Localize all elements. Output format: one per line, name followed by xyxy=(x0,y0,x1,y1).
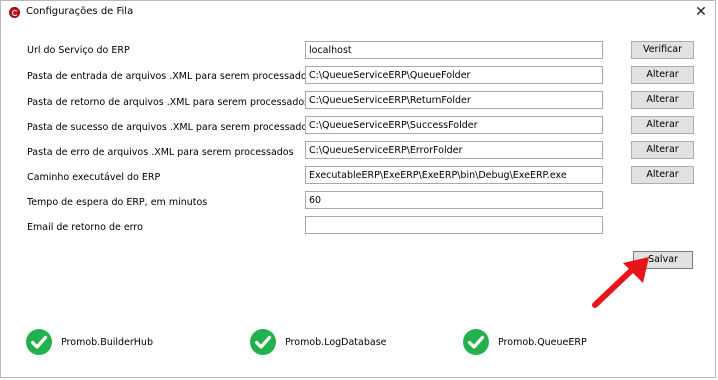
erp-exe-path-label: Caminho executável do ERP xyxy=(27,172,161,183)
config-window: Configurações de Fila ✕ Url do Serviço d… xyxy=(0,0,716,378)
change-error-folder-button[interactable]: Alterar xyxy=(631,141,694,159)
success-folder-input[interactable] xyxy=(305,116,603,134)
erp-url-label: Url do Serviço do ERP xyxy=(27,45,130,56)
erp-url-input[interactable] xyxy=(305,41,603,59)
check-circle-icon xyxy=(26,329,52,355)
erp-exe-path-input[interactable] xyxy=(305,166,603,184)
change-return-folder-button[interactable]: Alterar xyxy=(631,91,694,109)
check-circle-icon xyxy=(250,329,276,355)
change-success-folder-button[interactable]: Alterar xyxy=(631,116,694,134)
status-label: Promob.BuilderHub xyxy=(61,337,153,348)
input-folder-input[interactable] xyxy=(305,66,603,84)
return-folder-label: Pasta de retorno de arquivos .XML para s… xyxy=(27,97,310,108)
change-input-folder-button[interactable]: Alterar xyxy=(631,66,694,84)
error-email-input[interactable] xyxy=(305,216,603,234)
input-folder-label: Pasta de entrada de arquivos .XML para s… xyxy=(27,71,312,82)
return-folder-input[interactable] xyxy=(305,91,603,109)
close-icon[interactable]: ✕ xyxy=(693,4,709,20)
app-icon xyxy=(9,7,20,18)
change-erp-exe-path-button[interactable]: Alterar xyxy=(631,166,694,184)
wait-time-label: Tempo de espera do ERP, em minutos xyxy=(27,197,208,208)
window-title: Configurações de Fila xyxy=(26,6,134,17)
red-arrow-icon xyxy=(592,257,649,308)
error-email-label: Email de retorno de erro xyxy=(27,222,143,233)
status-label: Promob.LogDatabase xyxy=(285,337,387,348)
title-bar: Configurações de Fila ✕ xyxy=(1,1,715,25)
success-folder-label: Pasta de sucesso de arquivos .XML para s… xyxy=(27,122,313,133)
verify-button[interactable]: Verificar xyxy=(631,41,694,59)
wait-time-input[interactable] xyxy=(305,191,603,209)
status-label: Promob.QueueERP xyxy=(498,337,587,348)
error-folder-input[interactable] xyxy=(305,141,603,159)
error-folder-label: Pasta de erro de arquivos .XML para sere… xyxy=(27,147,294,158)
check-circle-icon xyxy=(463,329,489,355)
